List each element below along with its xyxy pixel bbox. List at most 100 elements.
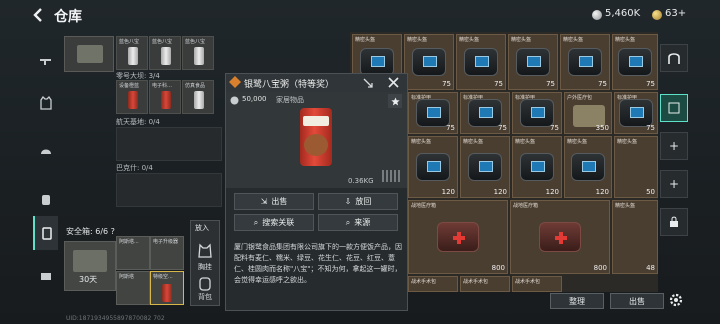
category-label: 巴克什: 0/4: [116, 164, 153, 172]
locker-icon: [668, 53, 680, 64]
left-category-nav: [33, 36, 58, 306]
helmet-item[interactable]: 精密头盔 120: [564, 136, 612, 198]
search-icon: ⌕: [253, 217, 259, 227]
toolbox-icon: [40, 273, 51, 280]
medbag-item[interactable]: 户外医疗包 350: [564, 92, 612, 134]
page-title: 仓库: [54, 9, 82, 25]
expand-button[interactable]: [660, 94, 688, 122]
device-image: [73, 250, 107, 272]
back-arrow-icon[interactable]: [30, 6, 48, 24]
size-grid-icon: [382, 170, 402, 182]
helmet-item[interactable]: 精密头盔 75: [404, 34, 454, 90]
helmet-item[interactable]: 精密头盔 120: [460, 136, 510, 198]
nav-weapon[interactable]: [33, 44, 58, 78]
close-icon[interactable]: [387, 76, 400, 89]
star-icon: [390, 96, 400, 105]
rarity-diamond-icon: [229, 76, 241, 88]
helmet-item[interactable]: 精密头盔 120: [408, 136, 458, 198]
helmet-item[interactable]: 精密头盔 75: [560, 34, 610, 90]
helmet-item[interactable]: 精密头盔 75: [508, 34, 558, 90]
gun-icon: [39, 59, 51, 65]
surgical-kit-item[interactable]: 战术手术包: [512, 276, 562, 292]
sort-button[interactable]: 整理: [550, 293, 604, 309]
container-icon: [41, 227, 52, 240]
helmet-item[interactable]: 精密头盔 50: [614, 136, 658, 198]
nav-bag[interactable]: [33, 182, 58, 216]
lock-icon: [670, 216, 678, 227]
popup-title: 银鹭八宝粥（特等奖）: [244, 80, 335, 90]
vest-icon: [39, 96, 52, 110]
sell-button[interactable]: ⇲ 出售: [234, 193, 314, 210]
dam-slot[interactable]: 蓝色八宝: [182, 36, 214, 70]
vest-item[interactable]: 标准护甲 75: [512, 92, 562, 134]
chest-rig-icon[interactable]: [197, 243, 213, 259]
backpack-label: 背包: [198, 293, 212, 301]
item-price: 50,000: [242, 95, 267, 103]
silver-coin-icon: [592, 10, 602, 20]
footer-uid: UID:1871934955897870082 702: [66, 315, 165, 322]
item-image-area: [226, 92, 407, 188]
bin-slot[interactable]: 电子科…: [149, 80, 181, 114]
nav-armor[interactable]: [33, 86, 58, 120]
sell-icon: ⇲: [260, 197, 268, 206]
surgical-kit-item[interactable]: 战术手术包: [460, 276, 510, 292]
nav-container-selected[interactable]: [33, 216, 58, 250]
safebox-slot[interactable]: 电子升级器: [150, 236, 184, 270]
expand-icon: [668, 102, 680, 114]
favorite-button[interactable]: [388, 94, 402, 108]
vest-item[interactable]: 标准护甲 75: [460, 92, 510, 134]
search-icon: ⌕: [345, 217, 351, 227]
coin-icon: [230, 96, 239, 105]
plus-icon: +: [668, 139, 680, 153]
collapse-icon[interactable]: [362, 77, 374, 89]
dam-slot[interactable]: 蓝色八宝: [116, 36, 148, 70]
bin-slot[interactable]: 设备橙蓝: [116, 80, 148, 114]
surgical-kit-item[interactable]: 战术手术包: [408, 276, 458, 292]
safebox-slot-selected[interactable]: 特级空...: [150, 271, 184, 305]
add-button[interactable]: +: [660, 170, 688, 198]
safebox-label: 安全箱: 6/6 ?: [66, 227, 115, 236]
helmet-item[interactable]: 精密头盔 75: [456, 34, 506, 90]
vest-item[interactable]: 标准护甲 75: [614, 92, 658, 134]
gold-amount[interactable]: 63+: [665, 8, 686, 19]
device-image: [77, 45, 103, 63]
dam-slot[interactable]: 蓝色八宝: [149, 36, 181, 70]
plus-icon: +: [668, 177, 680, 191]
lock-button[interactable]: [660, 208, 688, 236]
safebox-slot[interactable]: 阿斯塔...: [116, 236, 150, 270]
chest-rig-label: 胸挂: [198, 263, 212, 271]
put-in-label: 放入: [195, 224, 209, 232]
nav-helmet[interactable]: [33, 134, 58, 168]
put-back-button[interactable]: ⇩ 放回: [318, 193, 398, 210]
medkit-item[interactable]: 战地医疗箱 800: [408, 200, 508, 274]
help-icon[interactable]: ?: [111, 227, 115, 236]
add-button[interactable]: +: [660, 132, 688, 160]
porridge-can-image: [300, 108, 332, 166]
helmet-item[interactable]: 精密头盔 75: [612, 34, 658, 90]
empty-grid[interactable]: [116, 173, 222, 207]
safebox-slot[interactable]: 阿斯塔: [116, 271, 150, 305]
bag-icon: [41, 195, 50, 205]
item-description: 厦门银鹭食品集团有限公司旗下的一款方便饭产品，因配料有麦仁、糯米、绿豆、花生仁、…: [234, 243, 402, 284]
item-category: 家居物品: [276, 96, 304, 104]
vest-item[interactable]: 标准护甲 75: [408, 92, 458, 134]
nav-toolbox[interactable]: [33, 258, 58, 292]
safebox-time: 30天: [79, 275, 98, 284]
item-weight: 0.36KG: [348, 177, 374, 185]
bin-slot[interactable]: 仿真食品: [182, 80, 214, 114]
category-label: 航天基地: 0/4: [116, 118, 160, 126]
medkit-item[interactable]: 战地医疗箱 800: [510, 200, 610, 274]
empty-grid[interactable]: [116, 127, 222, 161]
gear-slot[interactable]: [64, 36, 114, 72]
helmet-item[interactable]: 精密头盔 120: [512, 136, 562, 198]
backpack-icon[interactable]: [197, 275, 213, 291]
source-button[interactable]: ⌕ 来源: [318, 214, 398, 231]
gear-icon[interactable]: [668, 292, 684, 308]
silver-amount: 5,460K: [605, 8, 641, 19]
locker-button[interactable]: [660, 44, 688, 72]
right-sidebar: + +: [660, 40, 688, 295]
helmet-item[interactable]: 精密头盔 48: [612, 200, 658, 274]
sell-all-button[interactable]: 出售: [610, 293, 664, 309]
search-related-button[interactable]: ⌕ 搜索关联: [234, 214, 314, 231]
put-back-icon: ⇩: [344, 197, 352, 206]
